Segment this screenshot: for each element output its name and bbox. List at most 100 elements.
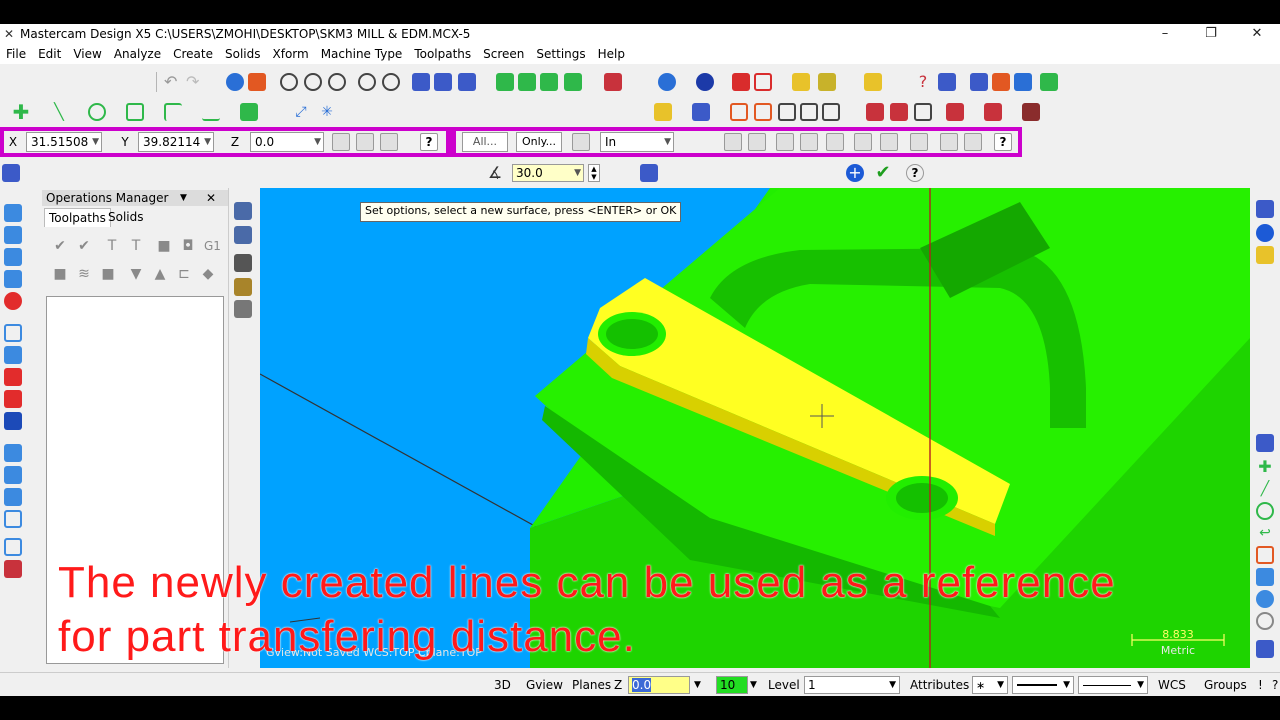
machine-group-icon[interactable] bbox=[4, 560, 22, 578]
revolve-icon[interactable] bbox=[4, 390, 22, 408]
chevron-down-icon[interactable]: ▼ bbox=[1137, 677, 1144, 693]
verify-ops-icon[interactable]: ◘ bbox=[180, 238, 196, 254]
zoom-in-icon[interactable] bbox=[328, 73, 346, 91]
line-style-dropdown[interactable]: ▼ bbox=[1012, 676, 1074, 694]
fast-point-icon[interactable] bbox=[332, 133, 350, 151]
spline-icon[interactable] bbox=[202, 103, 220, 121]
top-view-icon[interactable] bbox=[496, 73, 514, 91]
analyze-icon[interactable] bbox=[792, 73, 810, 91]
angle-stepper[interactable]: ▲ ▼ bbox=[588, 164, 600, 182]
dimension-icon[interactable] bbox=[4, 204, 22, 222]
zoom-out-icon[interactable] bbox=[382, 73, 400, 91]
x-coordinate-input[interactable]: 31.51508 ▼ bbox=[26, 132, 102, 152]
folder-icon[interactable] bbox=[1256, 246, 1274, 264]
menu-screen[interactable]: Screen bbox=[477, 47, 530, 61]
gview-button[interactable]: Gview bbox=[526, 677, 563, 693]
table-icon[interactable] bbox=[754, 103, 772, 121]
add-point-icon[interactable]: ✚ bbox=[1256, 458, 1274, 476]
arrow-down-icon[interactable] bbox=[4, 270, 22, 288]
selection-mode-icon[interactable] bbox=[572, 133, 590, 151]
add-grid-icon[interactable] bbox=[1256, 546, 1274, 564]
stack-icon[interactable] bbox=[234, 300, 252, 318]
wcs-button[interactable]: WCS bbox=[1158, 677, 1186, 693]
window-icon[interactable] bbox=[234, 202, 252, 220]
extrude-icon[interactable] bbox=[4, 368, 22, 386]
menu-analyze[interactable]: Analyze bbox=[108, 47, 167, 61]
globe-icon[interactable] bbox=[658, 73, 676, 91]
shade-solid-icon[interactable] bbox=[732, 73, 750, 91]
verify-selection-icon[interactable] bbox=[724, 133, 742, 151]
unzoom-icon[interactable] bbox=[358, 73, 376, 91]
ribbon-help-icon[interactable]: ? bbox=[906, 164, 924, 182]
chevron-down-icon[interactable]: ▼ bbox=[1063, 677, 1070, 693]
zoom-target-icon[interactable] bbox=[304, 73, 322, 91]
groups-button[interactable]: Groups bbox=[1204, 677, 1247, 693]
menu-settings[interactable]: Settings bbox=[530, 47, 591, 61]
zoom-window-icon[interactable] bbox=[280, 73, 298, 91]
help-icon[interactable]: ? bbox=[420, 133, 438, 151]
select-only-button[interactable]: Only... bbox=[516, 132, 562, 152]
selection-type-dropdown[interactable]: In ▼ bbox=[600, 132, 674, 152]
level-icon[interactable] bbox=[4, 444, 22, 462]
alert-icon[interactable]: ! bbox=[1258, 677, 1263, 693]
line-width-dropdown[interactable]: ▼ bbox=[1078, 676, 1148, 694]
chevron-down-icon[interactable]: ▼ bbox=[204, 133, 211, 151]
close-button[interactable]: ✕ bbox=[1234, 24, 1280, 44]
deselect-icon[interactable] bbox=[964, 133, 982, 151]
isometric-view-icon[interactable] bbox=[564, 73, 582, 91]
grid-view-icon[interactable] bbox=[4, 538, 22, 556]
undo-icon[interactable]: ↶ bbox=[164, 73, 182, 91]
apply-icon[interactable]: + bbox=[846, 164, 864, 182]
color-swatch[interactable]: 10 bbox=[716, 676, 748, 694]
menu-view[interactable]: View bbox=[67, 47, 107, 61]
vector-select-icon[interactable] bbox=[826, 133, 844, 151]
snap-icon[interactable]: ✳ bbox=[318, 103, 336, 121]
panel-menu-icon[interactable]: ▼ bbox=[180, 190, 187, 206]
z-coordinate-input[interactable]: 0.0 ▼ bbox=[250, 132, 324, 152]
view-sheet-icon[interactable] bbox=[604, 73, 622, 91]
point-entry-icon[interactable] bbox=[356, 133, 374, 151]
menu-edit[interactable]: Edit bbox=[32, 47, 67, 61]
chain-select-icon[interactable] bbox=[748, 133, 766, 151]
add-circle-icon[interactable] bbox=[1256, 502, 1274, 520]
menu-file[interactable]: File bbox=[0, 47, 32, 61]
polygon-select-icon[interactable] bbox=[800, 133, 818, 151]
regenerate-dirty-icon[interactable]: T bbox=[128, 238, 144, 254]
cylinder-icon[interactable] bbox=[4, 346, 22, 364]
plane-icon[interactable] bbox=[4, 488, 22, 506]
red-sphere-icon[interactable] bbox=[4, 292, 22, 310]
mesh-icon[interactable] bbox=[914, 103, 932, 121]
delete-icon[interactable] bbox=[654, 103, 672, 121]
right-view-icon[interactable] bbox=[540, 73, 558, 91]
menu-toolpaths[interactable]: Toolpaths bbox=[408, 47, 477, 61]
move-up-icon[interactable]: ▲ bbox=[152, 266, 168, 282]
add-line-icon[interactable]: ╱ bbox=[1256, 480, 1274, 498]
select-all-button[interactable]: All... bbox=[462, 132, 508, 152]
backplot-ops-icon[interactable]: ■ bbox=[156, 238, 172, 254]
repaint-icon[interactable] bbox=[248, 73, 266, 91]
chevron-down-icon[interactable]: ▼ bbox=[314, 133, 321, 151]
cancel-icon[interactable] bbox=[1256, 612, 1274, 630]
trim-icon[interactable] bbox=[778, 103, 796, 121]
restore-button[interactable]: ❐ bbox=[1188, 24, 1234, 44]
solid-select-icon[interactable] bbox=[910, 133, 928, 151]
insert-arrow-icon[interactable]: ⊏ bbox=[176, 266, 192, 282]
hatch-icon[interactable] bbox=[4, 248, 22, 266]
mode-3d-button[interactable]: 3D bbox=[494, 677, 511, 693]
menu-help[interactable]: Help bbox=[592, 47, 631, 61]
chevron-down-icon[interactable]: ▼ bbox=[574, 165, 581, 181]
join-icon[interactable] bbox=[822, 103, 840, 121]
toggle-display-icon[interactable]: ≋ bbox=[76, 266, 92, 282]
help-query-icon[interactable]: ? bbox=[1272, 677, 1278, 693]
print-icon[interactable] bbox=[412, 73, 430, 91]
backplot-icon[interactable] bbox=[938, 73, 956, 91]
tab-toolpaths[interactable]: Toolpaths bbox=[44, 208, 111, 227]
chevron-down-icon[interactable]: ▼ bbox=[750, 677, 757, 693]
options-icon[interactable] bbox=[640, 164, 658, 182]
menu-machine-type[interactable]: Machine Type bbox=[315, 47, 409, 61]
mru-icon[interactable] bbox=[1256, 434, 1274, 452]
tab-solids[interactable]: Solids bbox=[104, 208, 148, 226]
help-query-icon[interactable]: ? bbox=[914, 73, 932, 91]
surface-alt-icon[interactable] bbox=[890, 103, 908, 121]
clear-selection-icon[interactable] bbox=[940, 133, 958, 151]
